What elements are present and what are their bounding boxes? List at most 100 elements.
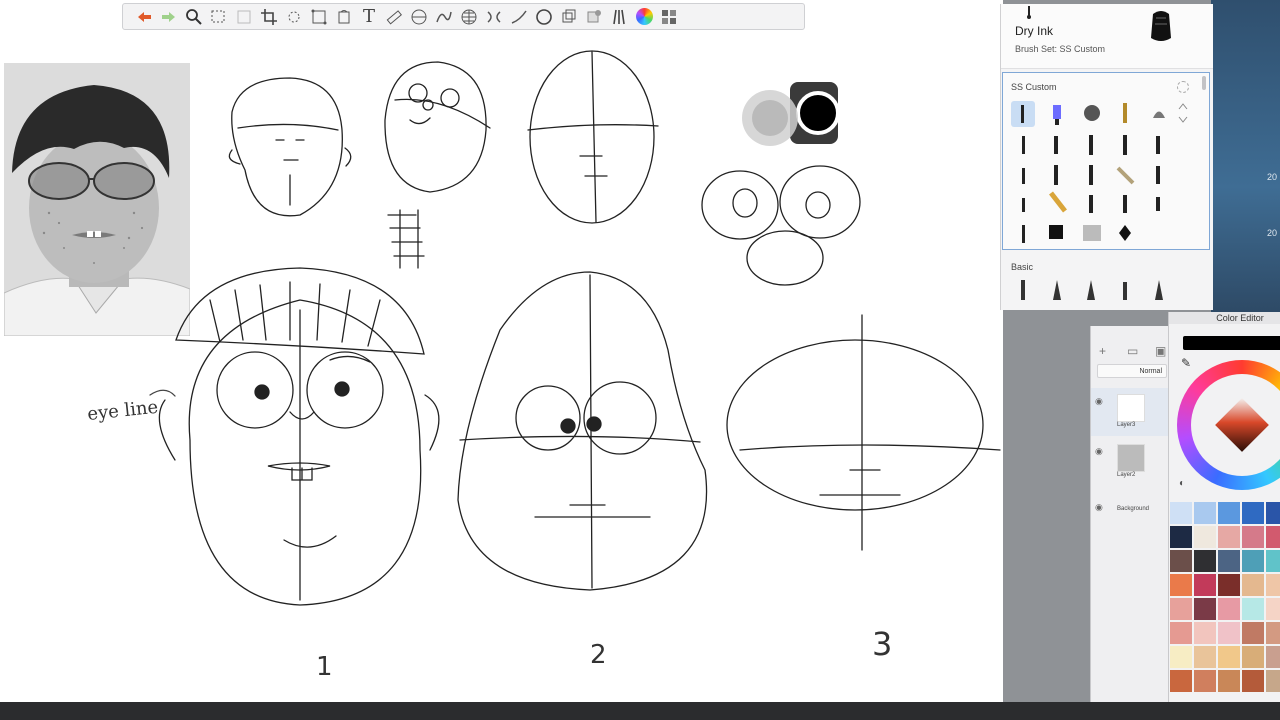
- palette-swatch[interactable]: [1218, 574, 1240, 596]
- palette-swatch[interactable]: [1242, 670, 1264, 692]
- palette-swatch[interactable]: [1266, 502, 1280, 524]
- palette-swatch[interactable]: [1266, 622, 1280, 644]
- eye-icon[interactable]: ◉: [1095, 502, 1103, 513]
- redo-icon[interactable]: [158, 6, 180, 28]
- brush-icons: [1011, 101, 1188, 243]
- add-layer-icon[interactable]: +: [1099, 344, 1106, 358]
- color-wheel[interactable]: [1177, 360, 1280, 490]
- undo-icon[interactable]: [133, 6, 155, 28]
- symmetry-icon[interactable]: [283, 6, 305, 28]
- color-wheel-toggle-icon[interactable]: ◐: [1179, 478, 1185, 489]
- bottom-bar: [0, 702, 1280, 720]
- flip-icon[interactable]: [483, 6, 505, 28]
- curve-icon[interactable]: [433, 6, 455, 28]
- brush-header: Dry Ink Brush Set: SS Custom: [1001, 4, 1213, 69]
- palette-swatch[interactable]: [1170, 526, 1192, 548]
- copic-icon[interactable]: [583, 6, 605, 28]
- sketch-head-2: [457, 271, 708, 591]
- palette-swatch[interactable]: [1170, 502, 1192, 524]
- palette-swatch[interactable]: [1242, 550, 1264, 572]
- brush-panel-scrollbar[interactable]: [1202, 76, 1206, 90]
- transform-icon[interactable]: [233, 6, 255, 28]
- palette-swatch[interactable]: [1194, 574, 1216, 596]
- palette-swatch[interactable]: [1242, 598, 1264, 620]
- layer-row[interactable]: ◉ Layer2: [1091, 438, 1169, 486]
- image-icon[interactable]: ▣: [1155, 344, 1166, 358]
- palette-swatch[interactable]: [1170, 598, 1192, 620]
- brush-tip-icon: [1027, 6, 1031, 19]
- palette-swatch[interactable]: [1194, 646, 1216, 668]
- palette-swatch[interactable]: [1170, 670, 1192, 692]
- magnify-icon[interactable]: [183, 6, 205, 28]
- palette-swatch[interactable]: [1218, 502, 1240, 524]
- brush-preview-icon: [1151, 11, 1171, 41]
- current-color-swatch[interactable]: [1183, 336, 1280, 350]
- palette-swatch[interactable]: [1218, 526, 1240, 548]
- brush-library-icon[interactable]: [608, 6, 630, 28]
- desktop-background: 20 20: [1211, 0, 1280, 312]
- sketch-head-c: [527, 50, 659, 224]
- color-editor-panel: Color Editor ✎ ◐: [1168, 312, 1280, 720]
- palette-grid-icon[interactable]: [658, 6, 680, 28]
- palette-swatch[interactable]: [1194, 502, 1216, 524]
- layers-icon[interactable]: [558, 6, 580, 28]
- basic-brushes: [1021, 280, 1163, 300]
- palette-swatch[interactable]: [1242, 646, 1264, 668]
- palette-swatch[interactable]: [1170, 622, 1192, 644]
- brush-set-ss-custom: SS Custom: [1002, 72, 1210, 250]
- palette-swatch[interactable]: [1242, 622, 1264, 644]
- palette-swatch[interactable]: [1170, 646, 1192, 668]
- color-puck[interactable]: [742, 82, 840, 146]
- palette-swatch[interactable]: [1218, 622, 1240, 644]
- layer-name: Layer2: [1117, 472, 1136, 478]
- palette-swatch[interactable]: [1266, 670, 1280, 692]
- brush-set-basic-title: Basic: [1011, 262, 1034, 272]
- folder-icon[interactable]: ▭: [1127, 344, 1138, 358]
- color-editor-title: Color Editor: [1169, 312, 1280, 324]
- palette-swatch[interactable]: [1170, 574, 1192, 596]
- palette-swatch[interactable]: [1194, 526, 1216, 548]
- layer-row[interactable]: ◉ Background: [1091, 494, 1169, 542]
- text-tool-glyph: T: [362, 6, 375, 27]
- palette-swatch[interactable]: [1266, 550, 1280, 572]
- palette-swatch[interactable]: [1242, 526, 1264, 548]
- eye-icon[interactable]: ◉: [1095, 446, 1103, 457]
- ruler-icon[interactable]: [383, 6, 405, 28]
- layer-row[interactable]: ◉ Layer3: [1091, 388, 1169, 436]
- palette-swatch[interactable]: [1194, 670, 1216, 692]
- grid-icon[interactable]: [458, 6, 480, 28]
- select-icon[interactable]: [208, 6, 230, 28]
- sketch-head-1: [158, 267, 440, 606]
- palette-swatch[interactable]: [1194, 598, 1216, 620]
- sketch-number-2: 2: [590, 640, 607, 670]
- palette-swatch[interactable]: [1218, 598, 1240, 620]
- ellipse-guide-icon[interactable]: [408, 6, 430, 28]
- palette-swatch[interactable]: [1170, 550, 1192, 572]
- palette-swatch[interactable]: [1242, 502, 1264, 524]
- palette-swatch[interactable]: [1194, 550, 1216, 572]
- color-wheel-center: [1191, 374, 1280, 476]
- eye-icon[interactable]: ◉: [1095, 396, 1103, 407]
- blend-mode-select[interactable]: Normal: [1097, 364, 1167, 378]
- text-icon[interactable]: T: [358, 6, 380, 28]
- saturation-value-picker[interactable]: [1215, 398, 1269, 452]
- eyedropper-icon[interactable]: ✎: [1181, 356, 1191, 370]
- palette-swatch[interactable]: [1266, 646, 1280, 668]
- palette-swatch[interactable]: [1218, 550, 1240, 572]
- color-wheel-icon[interactable]: [633, 6, 655, 28]
- sketch-head-a: [228, 77, 352, 217]
- palette-swatch[interactable]: [1218, 646, 1240, 668]
- stroke-icon[interactable]: [508, 6, 530, 28]
- palette-swatch[interactable]: [1266, 526, 1280, 548]
- fill-icon[interactable]: [333, 6, 355, 28]
- palette-swatch[interactable]: [1266, 574, 1280, 596]
- desktop-date-2: 20: [1267, 228, 1278, 238]
- palette-swatch[interactable]: [1242, 574, 1264, 596]
- palette-swatch[interactable]: [1218, 670, 1240, 692]
- palette-swatch[interactable]: [1266, 598, 1280, 620]
- crop-icon[interactable]: [258, 6, 280, 28]
- layer-thumbnail: [1117, 394, 1145, 422]
- palette-swatch[interactable]: [1194, 622, 1216, 644]
- circle-icon[interactable]: [533, 6, 555, 28]
- perspective-icon[interactable]: [308, 6, 330, 28]
